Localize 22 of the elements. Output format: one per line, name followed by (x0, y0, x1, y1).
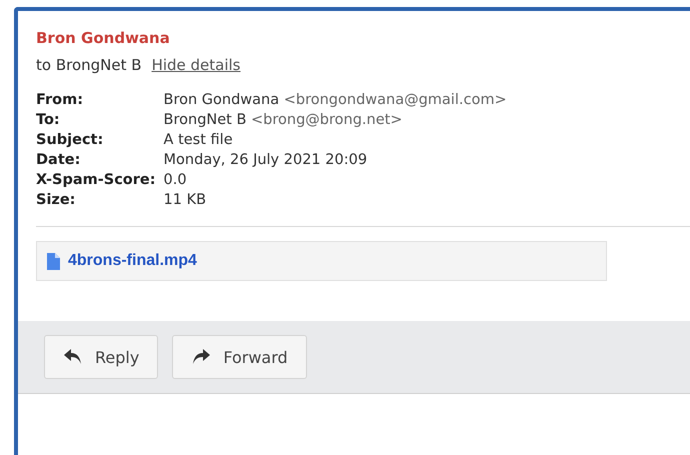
hide-details-link[interactable]: Hide details (152, 56, 241, 74)
header-value: A test file (164, 132, 234, 148)
header-value: BrongNet B <brong@brong.net> (164, 112, 404, 128)
attachment-link[interactable]: 4brons-final.mp4 (68, 252, 197, 270)
header-label: Subject: (36, 132, 104, 148)
header-label: From: (36, 92, 84, 108)
header-value: 0.0 (164, 172, 188, 188)
reply-button[interactable]: Reply (44, 335, 158, 379)
forward-button[interactable]: Forward (172, 335, 307, 379)
header-value: Bron Gondwana <brongondwana@gmail.com> (164, 92, 508, 108)
header-label: To: (36, 112, 61, 128)
header-value: Monday, 26 July 2021 20:09 (164, 152, 368, 168)
file-icon (47, 252, 60, 270)
header-value: 11 KB (164, 192, 208, 208)
reply-arrow-icon (63, 348, 83, 366)
recipient-text: to BrongNet B (36, 56, 142, 74)
attachment-item[interactable]: 4brons-final.mp4 (36, 241, 607, 281)
header-label: X-Spam-Score: (36, 172, 156, 188)
header-label: Date: (36, 152, 82, 168)
forward-arrow-icon (191, 348, 212, 366)
header-label: Size: (36, 192, 76, 208)
sender-name: Bron Gondwana (36, 29, 171, 47)
